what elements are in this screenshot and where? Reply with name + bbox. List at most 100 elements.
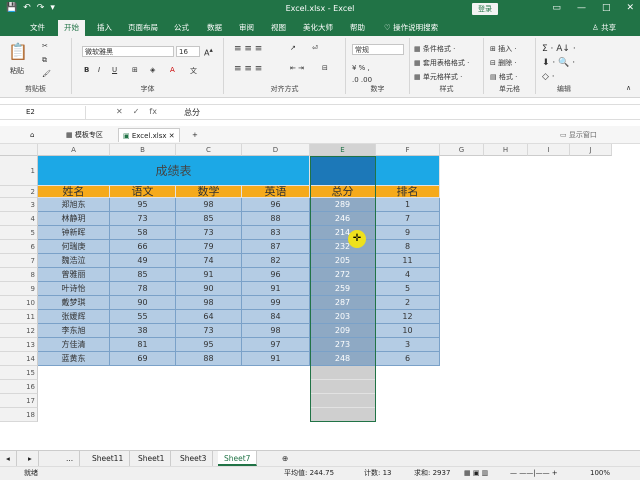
autosum-icon[interactable]: Σ · A↓ · [542,44,576,54]
cut-icon[interactable]: ✂ [42,42,48,50]
table-cell[interactable]: 95 [176,338,242,352]
align-top-icon[interactable]: ≡ ≡ ≡ [234,44,262,54]
table-cell[interactable]: 10 [376,324,440,338]
column-header[interactable]: F [376,144,440,156]
selected-cell[interactable] [310,408,376,422]
table-cell[interactable]: 87 [242,240,310,254]
table-cell[interactable]: 98 [176,296,242,310]
tab-insert[interactable]: 插入 [97,22,112,33]
home-icon[interactable]: ⌂ [26,128,38,142]
table-cell[interactable]: 96 [242,268,310,282]
column-header[interactable]: G [440,144,484,156]
tab-file[interactable]: 文件 [30,22,45,33]
table-format-button[interactable]: ▦ 套用表格格式 · [414,58,469,68]
function-icon[interactable]: fx [149,107,157,116]
row-header[interactable]: 12 [0,324,38,338]
underline-icon[interactable]: U [112,66,117,74]
column-header[interactable]: D [242,144,310,156]
row-header[interactable]: 8 [0,268,38,282]
prev-sheet-button[interactable]: ◂ [0,451,17,466]
row-header[interactable]: 2 [0,186,38,198]
selected-cell[interactable] [310,394,376,408]
table-cell[interactable]: 203 [310,310,376,324]
more-sheets-button[interactable]: ... [60,451,81,466]
format-cells-button[interactable]: ▤ 格式 · [490,72,517,82]
table-cell[interactable]: 73 [176,324,242,338]
paste-icon[interactable]: 📋 [8,42,28,61]
table-cell[interactable]: 209 [310,324,376,338]
table-cell[interactable]: 何瑞庚 [38,240,110,254]
zoom-slider[interactable]: — ——|—— + [510,467,558,480]
row-header[interactable]: 17 [0,394,38,408]
column-header[interactable]: I [528,144,570,156]
table-cell[interactable]: 91 [242,282,310,296]
borders-icon[interactable]: ⊞ [132,66,138,74]
row-header[interactable]: 15 [0,366,38,380]
table-cell[interactable]: 96 [242,198,310,212]
table-cell[interactable]: 38 [110,324,176,338]
table-cell[interactable]: 郑旭东 [38,198,110,212]
zoom-level[interactable]: 100% [590,467,610,480]
decimal-icon[interactable]: .0 .00 [352,76,372,84]
fill-color-icon[interactable]: ◈ [150,66,155,74]
row-header[interactable]: 14 [0,352,38,366]
table-cell[interactable]: 88 [242,212,310,226]
add-sheet-button[interactable]: ⊕ [276,451,294,466]
delete-cells-button[interactable]: ⊟ 删除 · [490,58,517,68]
close-button[interactable]: ✕ [626,3,634,13]
table-cell[interactable]: 魏浩泣 [38,254,110,268]
table-cell[interactable]: 6 [376,352,440,366]
table-cell[interactable]: 91 [242,352,310,366]
show-window-button[interactable]: ▭ 显示窗口 [556,128,601,142]
wrap-text-icon[interactable]: ⏎ [312,44,318,52]
table-cell[interactable]: 49 [110,254,176,268]
font-color-icon[interactable]: A [170,66,175,74]
table-cell[interactable]: 85 [176,212,242,226]
table-cell[interactable]: 3 [376,338,440,352]
table-cell[interactable]: 69 [110,352,176,366]
table-cell[interactable]: 4 [376,268,440,282]
table-cell[interactable]: 74 [176,254,242,268]
phonetic-icon[interactable]: 文 [190,66,197,76]
insert-cells-button[interactable]: ⊞ 插入 · [490,44,517,54]
table-cell[interactable]: 12 [376,310,440,324]
select-all-corner[interactable] [0,144,38,156]
tab-beautify[interactable]: 美化大师 [303,22,333,33]
table-cell[interactable]: 9 [376,226,440,240]
table-cell[interactable]: 钟新晖 [38,226,110,240]
table-cell[interactable]: 98 [176,198,242,212]
table-cell[interactable]: 287 [310,296,376,310]
currency-icon[interactable]: ¥ % , [352,64,370,72]
new-doc-tab-button[interactable]: + [188,128,202,142]
row-header[interactable]: 5 [0,226,38,240]
merge-center-icon[interactable]: ⊟ [322,64,328,72]
table-cell[interactable]: 99 [242,296,310,310]
table-cell[interactable]: 78 [110,282,176,296]
table-cell[interactable]: 方佳清 [38,338,110,352]
next-sheet-button[interactable]: ▸ [22,451,39,466]
sheet-tab-sheet7[interactable]: Sheet7 [218,451,258,466]
table-cell[interactable]: 66 [110,240,176,254]
table-cell[interactable]: 98 [242,324,310,338]
table-cell[interactable]: 83 [242,226,310,240]
row-header[interactable]: 4 [0,212,38,226]
conditional-format-button[interactable]: ▦ 条件格式 · [414,44,455,54]
table-cell[interactable]: 李东旭 [38,324,110,338]
table-cell[interactable]: 82 [242,254,310,268]
table-cell[interactable]: 5 [376,282,440,296]
formula-input[interactable]: 总分 [184,107,200,118]
table-cell[interactable]: 214 [310,226,376,240]
table-cell[interactable]: 272 [310,268,376,282]
fill-icon[interactable]: ⬇ · 🔍 · [542,58,575,68]
table-cell[interactable]: 85 [110,268,176,282]
table-cell[interactable]: 84 [242,310,310,324]
view-buttons[interactable]: ▦ ▣ ▥ [464,467,488,480]
font-name-select[interactable]: 微软雅黑 [82,46,174,57]
clear-icon[interactable]: ◇ · [542,72,555,82]
row-header[interactable]: 1 [0,156,38,186]
table-cell[interactable]: 58 [110,226,176,240]
tab-review[interactable]: 审阅 [239,22,254,33]
table-cell[interactable]: 273 [310,338,376,352]
worksheet-grid[interactable]: A B C D E F G H I J 1 2 3 4 5 6 7 8 9 10 11 12 13 14 15 16 17 18 成绩表… [0,144,640,450]
table-cell[interactable]: 曾雅丽 [38,268,110,282]
